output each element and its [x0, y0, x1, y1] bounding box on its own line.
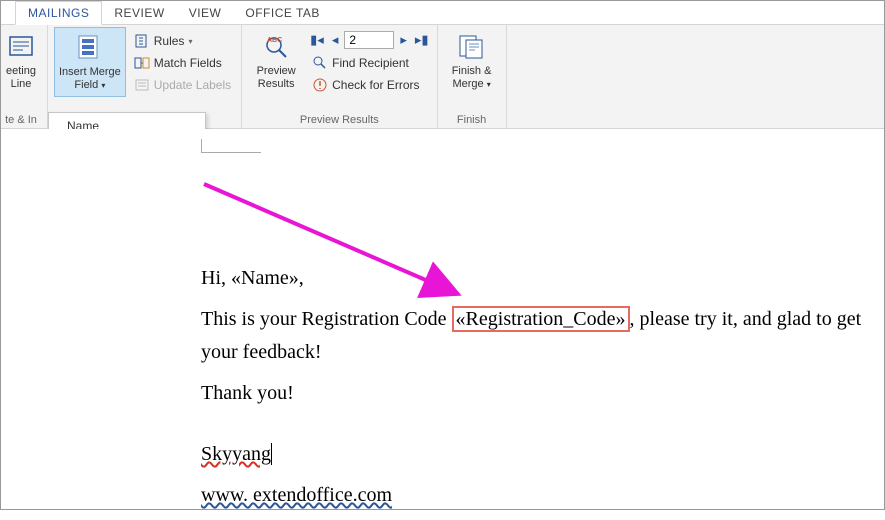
tab-review[interactable]: REVIEW [102, 2, 176, 24]
insert-merge-field-button[interactable]: Insert Merge Field ▾ [54, 27, 126, 97]
tab-officetab[interactable]: OFFICE TAB [233, 2, 332, 24]
match-fields-button[interactable]: Match Fields [130, 53, 235, 73]
merge-field-registration-code: «Registration_Code» [452, 306, 630, 332]
finish-merge-label: Finish & Merge ▾ [452, 65, 492, 91]
chevron-down-icon: ▾ [188, 37, 192, 46]
signature-text: Skyyang [201, 443, 272, 465]
preview-results-icon: ABC [260, 31, 292, 63]
preview-results-button[interactable]: ABC Preview Results [248, 27, 304, 95]
ruler-marker [201, 139, 261, 153]
body-paragraph: This is your Registration Code «Registra… [201, 303, 864, 369]
check-errors-label: Check for Errors [332, 78, 419, 92]
greeting-post: , [299, 267, 304, 289]
greeting-line-button[interactable]: eeting Line [1, 27, 41, 95]
body-pre: This is your Registration Code [201, 308, 452, 330]
find-recipient-icon [312, 55, 328, 71]
preview-results-group-label: Preview Results [248, 112, 430, 128]
update-labels-button: Update Labels [130, 75, 235, 95]
chevron-down-icon: ▾ [487, 80, 491, 89]
insert-merge-field-icon [74, 32, 106, 64]
update-labels-icon [134, 77, 150, 93]
record-number-input[interactable] [344, 31, 394, 49]
document-body[interactable]: Hi, «Name», This is your Registration Co… [201, 262, 864, 520]
rules-button[interactable]: Rules ▾ [130, 31, 235, 51]
find-recipient-button[interactable]: Find Recipient [308, 53, 430, 73]
write-insert-group-label: te & In [1, 112, 41, 128]
insert-merge-field-label: Insert Merge Field ▾ [59, 66, 121, 92]
last-record-button[interactable]: ▸▮ [413, 32, 431, 48]
document-area[interactable]: Hi, «Name», This is your Registration Co… [1, 129, 884, 509]
rules-icon [134, 33, 150, 49]
finish-merge-button[interactable]: Finish & Merge ▾ [444, 27, 500, 95]
merge-field-name: «Name» [231, 267, 299, 289]
preview-results-label: Preview Results [257, 65, 296, 91]
match-fields-label: Match Fields [154, 56, 222, 70]
first-record-button[interactable]: ▮◂ [308, 32, 326, 48]
chevron-down-icon: ▾ [101, 81, 105, 90]
check-errors-icon [312, 77, 328, 93]
prev-record-button[interactable]: ◂ [330, 32, 341, 48]
record-nav: ▮◂ ◂ ▸ ▸▮ [308, 29, 430, 51]
tab-view[interactable]: VIEW [177, 2, 234, 24]
greeting-pre: Hi, [201, 267, 231, 289]
greeting-line-icon [5, 31, 37, 63]
url-text: www. extendoffice.com [201, 484, 392, 506]
check-errors-button[interactable]: Check for Errors [308, 75, 430, 95]
rules-label: Rules [154, 34, 185, 48]
greeting-line-label: eeting Line [6, 65, 36, 91]
thankyou-text: Thank you! [201, 377, 864, 410]
greeting-line-text: Hi, «Name», [201, 262, 864, 295]
ribbon-tabs: MAILINGS REVIEW VIEW OFFICE TAB [1, 1, 884, 25]
url-line: www. extendoffice.com [201, 479, 864, 512]
finish-group-label: Finish [444, 112, 500, 128]
find-recipient-label: Find Recipient [332, 56, 409, 70]
tab-mailings[interactable]: MAILINGS [15, 1, 102, 25]
svg-text:ABC: ABC [267, 37, 282, 44]
signature-line: Skyyang [201, 438, 864, 471]
match-fields-icon [134, 55, 150, 71]
finish-merge-icon [456, 31, 488, 63]
update-labels-label: Update Labels [154, 78, 231, 92]
next-record-button[interactable]: ▸ [398, 32, 409, 48]
